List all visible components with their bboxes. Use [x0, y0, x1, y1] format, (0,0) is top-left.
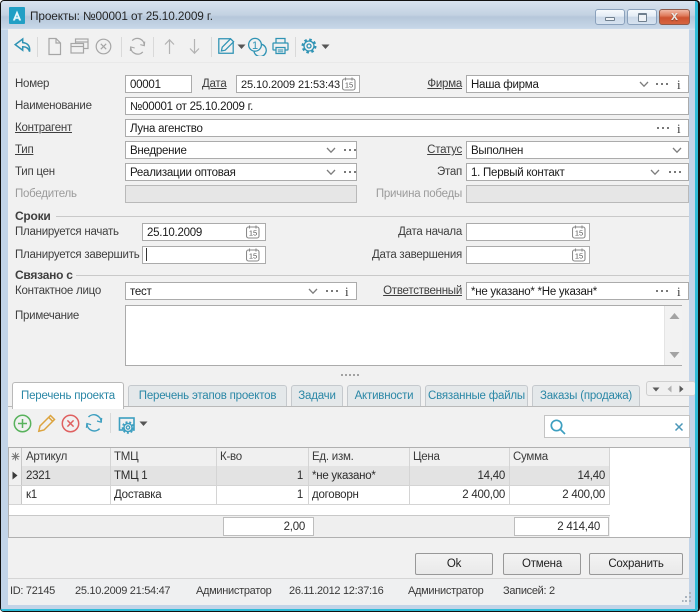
svg-text:1: 1 [252, 40, 258, 52]
svg-text:15: 15 [575, 229, 583, 238]
svg-text:15: 15 [249, 252, 257, 261]
svg-text:15: 15 [249, 229, 257, 238]
svg-text:15: 15 [575, 252, 583, 261]
